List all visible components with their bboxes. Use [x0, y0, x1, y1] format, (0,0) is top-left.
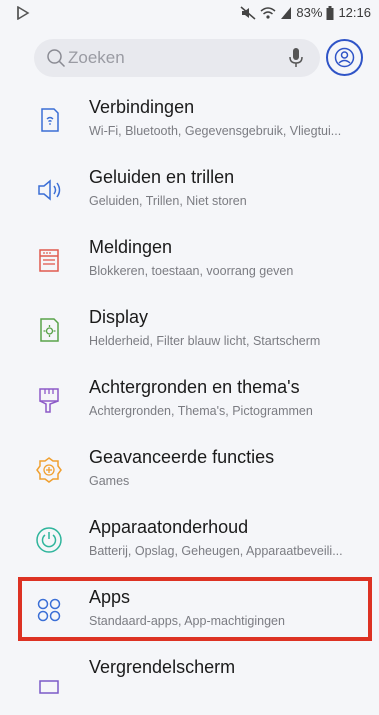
status-bar: 83% 12:16 [0, 0, 379, 28]
settings-list: Verbindingen Wi-Fi, Bluetooth, Gegevensg… [0, 85, 379, 715]
item-title: Display [89, 307, 149, 327]
sound-icon [38, 179, 61, 201]
mute-icon [240, 5, 256, 20]
clock: 12:16 [338, 5, 371, 20]
apps-icon [37, 598, 61, 622]
list-item-apps[interactable]: Apps Standaard-apps, App-machtigingen [0, 575, 379, 645]
list-item-achtergronden[interactable]: Achtergronden en thema's Achtergronden, … [0, 365, 379, 435]
lockscreen-icon [39, 680, 59, 694]
item-title: Achtergronden en thema's [89, 377, 300, 397]
signal-icon [281, 6, 292, 19]
item-title: Apps [89, 587, 131, 607]
list-item-meldingen[interactable]: Meldingen Blokkeren, toestaan, voorrang … [0, 225, 379, 295]
list-item-geavanceerde[interactable]: Geavanceerde functies Games [0, 435, 379, 505]
item-subtitle: Batterij, Opslag, Geheugen, Apparaatbeve… [89, 544, 343, 558]
search-bar[interactable]: Zoeken [34, 39, 320, 77]
search-input[interactable]: Zoeken [68, 48, 125, 68]
notifications-icon [39, 249, 59, 272]
list-item-apparaatonderhoud[interactable]: Apparaatonderhoud Batterij, Opslag, Gehe… [0, 505, 379, 575]
item-subtitle: Blokkeren, toestaan, voorrang geven [89, 264, 294, 278]
item-title: Geluiden en trillen [89, 167, 235, 187]
account-icon [334, 47, 355, 68]
list-item-verbindingen[interactable]: Verbindingen Wi-Fi, Bluetooth, Gegevensg… [0, 85, 379, 155]
item-title: Apparaatonderhoud [89, 517, 249, 537]
item-title: Verbindingen [89, 97, 195, 117]
battery-percentage: 83% [296, 5, 323, 20]
list-item-geluiden[interactable]: Geluiden en trillen Geluiden, Trillen, N… [0, 155, 379, 225]
wallpaper-icon [39, 388, 59, 413]
list-item-display[interactable]: Display Helderheid, Filter blauw licht, … [0, 295, 379, 365]
display-icon [40, 318, 59, 342]
connections-icon [41, 108, 59, 132]
device-care-icon [36, 527, 62, 553]
wifi-icon [260, 6, 276, 19]
item-subtitle: Games [89, 474, 130, 488]
list-item-vergrendelscherm[interactable]: Vergrendelscherm [0, 645, 379, 715]
mic-icon[interactable] [286, 47, 306, 69]
item-title: Geavanceerde functies [89, 447, 275, 467]
advanced-features-icon [36, 457, 62, 483]
notification-icon [17, 6, 30, 20]
item-subtitle: Helderheid, Filter blauw licht, Startsch… [89, 334, 321, 348]
item-subtitle: Wi-Fi, Bluetooth, Gegevensgebruik, Vlieg… [89, 124, 342, 138]
item-title: Vergrendelscherm [89, 657, 236, 677]
item-subtitle: Standaard-apps, App-machtigingen [89, 614, 285, 628]
item-subtitle: Achtergronden, Thema's, Pictogrammen [89, 404, 313, 418]
item-title: Meldingen [89, 237, 173, 257]
status-icons: 83% 12:16 [240, 5, 371, 20]
search-icon [47, 49, 66, 68]
item-subtitle: Geluiden, Trillen, Niet storen [89, 194, 247, 208]
account-button[interactable] [326, 39, 363, 76]
battery-icon [326, 5, 334, 20]
